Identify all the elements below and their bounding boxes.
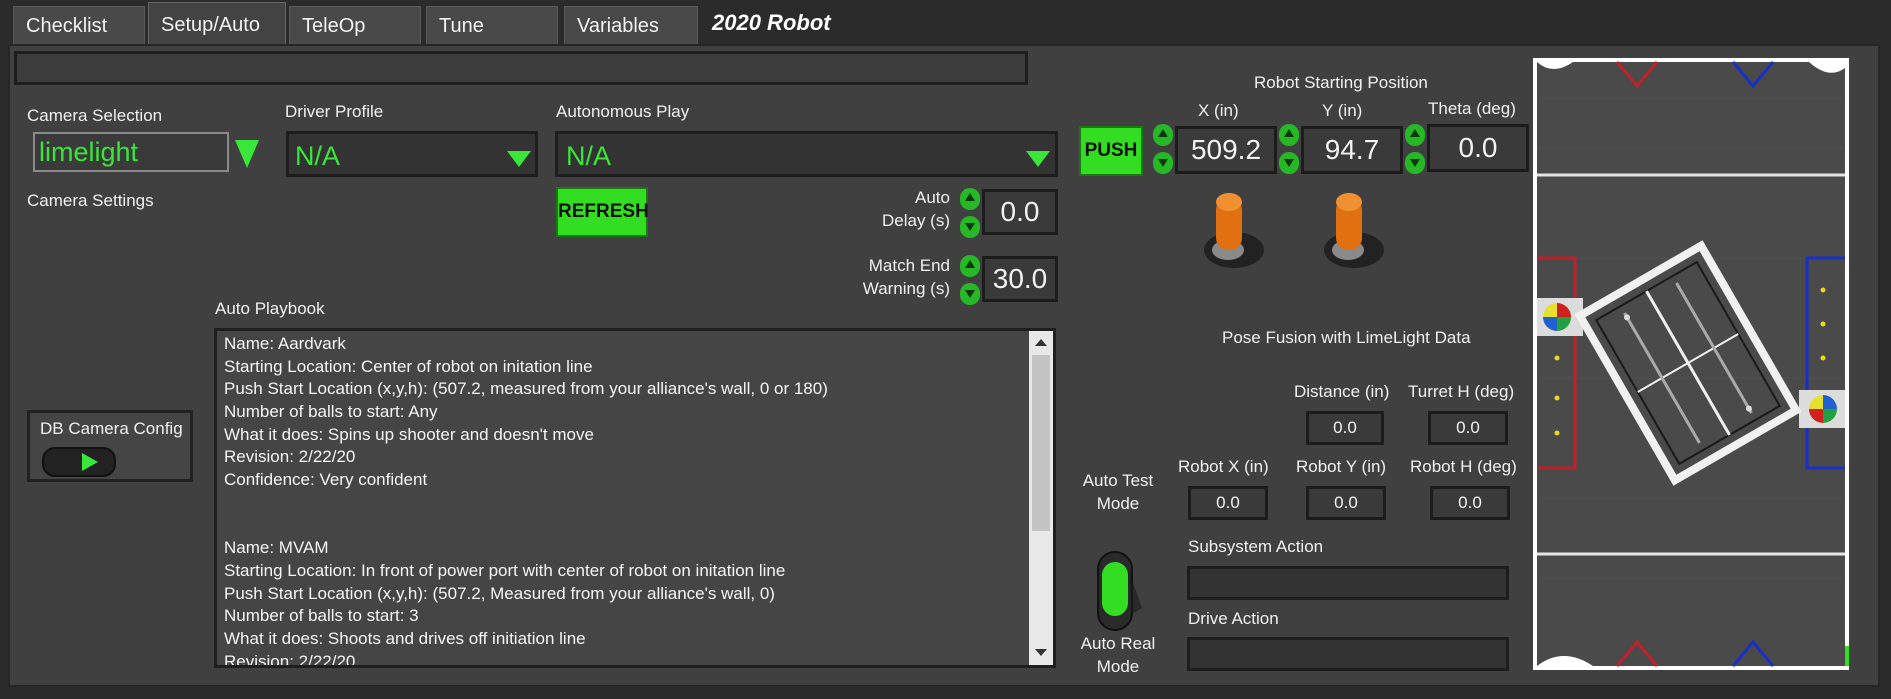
match-end-warning-input[interactable]: 30.0 — [982, 256, 1058, 302]
auto-playbook-textbox[interactable]: Name: Aardvark Starting Location: Center… — [214, 328, 1056, 668]
x-joystick-knob-icon[interactable] — [1198, 190, 1268, 272]
tab-checklist[interactable]: Checklist — [13, 6, 145, 44]
y-joystick-knob-icon[interactable] — [1318, 190, 1388, 272]
play-arrow-icon — [82, 453, 98, 471]
distance-value: 0.0 — [1306, 411, 1384, 445]
drive-action-label: Drive Action — [1188, 609, 1279, 628]
autonomous-play-dropdown[interactable]: N/A — [555, 131, 1058, 177]
pose-fusion-title: Pose Fusion with LimeLight Data — [1222, 328, 1471, 347]
playbook-line: Push Start Location (x,y,h): (507.2, Mea… — [224, 583, 775, 603]
playbook-line: Name: Aardvark — [224, 334, 346, 353]
db-camera-config-toggle[interactable] — [42, 447, 116, 477]
chevron-down-icon — [1026, 151, 1050, 167]
scroll-down-icon[interactable] — [1035, 649, 1047, 656]
auto-delay-input[interactable]: 0.0 — [982, 189, 1058, 235]
driver-profile-value: N/A — [295, 141, 341, 171]
playbook-line: Number of balls to start: 3 — [224, 606, 419, 626]
driver-profile-dropdown[interactable]: N/A — [286, 131, 538, 177]
playbook-line: What it does: Spins up shooter and doesn… — [224, 424, 594, 444]
refresh-button[interactable]: REFRESH — [556, 187, 649, 237]
turret-h-value: 0.0 — [1428, 411, 1508, 445]
robot-h-value: 0.0 — [1430, 486, 1510, 520]
auto-test-mode-label: Auto Test Mode — [1082, 471, 1154, 513]
auto-real-mode-label: Auto Real Mode — [1080, 634, 1156, 676]
auto-delay-label: Auto Delay (s) — [881, 188, 950, 230]
robot-y-label: Robot Y (in) — [1296, 457, 1387, 476]
status-bar — [14, 51, 1028, 85]
playbook-text: Name: Aardvark Starting Location: Center… — [224, 333, 1034, 668]
push-button[interactable]: PUSH — [1079, 126, 1143, 176]
playbook-line: Number of balls to start: Any — [224, 402, 438, 422]
playbook-line — [224, 515, 1034, 538]
robot-x-value: 0.0 — [1188, 486, 1268, 520]
chevron-down-icon — [507, 151, 531, 167]
camera-selection-value: limelight — [39, 137, 139, 167]
playbook-line: Confidence: Very confident — [224, 470, 428, 490]
playbook-line: Revision: 2/22/20 — [224, 651, 356, 668]
auto-mode-toggle-switch[interactable] — [1092, 548, 1148, 634]
camera-selection-label: Camera Selection — [27, 106, 163, 125]
auto-delay-stepper[interactable] — [960, 188, 980, 238]
y-input[interactable]: 94.7 — [1301, 126, 1403, 174]
playbook-line: Revision: 2/22/20 — [224, 447, 356, 467]
playbook-line: Starting Location: Center of robot on in… — [224, 356, 593, 376]
x-input[interactable]: 509.2 — [1175, 126, 1277, 174]
scrollbar-thumb[interactable] — [1032, 355, 1050, 531]
robot-h-label: Robot H (deg) — [1410, 457, 1517, 476]
robot-title: 2020 Robot — [712, 10, 831, 35]
autonomous-play-value: N/A — [566, 141, 612, 171]
x-stepper[interactable] — [1153, 124, 1173, 174]
x-in-label: X (in) — [1198, 101, 1239, 120]
tab-variables[interactable]: Variables — [564, 6, 698, 44]
driver-profile-label: Driver Profile — [285, 102, 384, 121]
tab-tune[interactable]: Tune — [426, 6, 558, 44]
drive-action-field — [1187, 637, 1509, 671]
theta-stepper[interactable] — [1405, 124, 1425, 174]
playbook-line: Push Start Location (x,y,h): (507.2, mea… — [224, 379, 828, 399]
turret-h-label: Turret H (deg) — [1408, 382, 1515, 401]
robot-starting-position-title: Robot Starting Position — [1254, 73, 1428, 92]
subsystem-action-label: Subsystem Action — [1188, 537, 1324, 556]
db-camera-config-group: DB Camera Config — [27, 410, 193, 482]
tab-teleop[interactable]: TeleOp — [289, 6, 421, 44]
playbook-line — [224, 492, 1034, 515]
playbook-line: What it does: Shoots and drives off init… — [224, 628, 586, 648]
distance-label: Distance (in) — [1294, 382, 1390, 401]
match-end-warning-label: Match End Warning (s) — [862, 256, 950, 298]
playbook-scrollbar[interactable] — [1029, 331, 1053, 665]
playbook-line: Starting Location: In front of power por… — [224, 560, 786, 580]
camera-dropdown-arrow-icon[interactable] — [235, 140, 259, 168]
match-end-stepper[interactable] — [960, 255, 980, 305]
robot-y-value: 0.0 — [1306, 486, 1386, 520]
autonomous-play-label: Autonomous Play — [556, 102, 690, 121]
robot-x-label: Robot X (in) — [1178, 457, 1269, 476]
y-in-label: Y (in) — [1322, 101, 1363, 120]
auto-playbook-label: Auto Playbook — [215, 299, 325, 318]
subsystem-action-field — [1187, 566, 1509, 600]
camera-selection-dropdown[interactable]: limelight — [33, 132, 229, 172]
theta-deg-label: Theta (deg) — [1428, 99, 1516, 118]
field-map[interactable] — [1533, 58, 1849, 670]
playbook-line: Name: MVAM — [224, 538, 329, 558]
tab-setup-auto[interactable]: Setup/Auto — [148, 2, 286, 48]
db-camera-config-label: DB Camera Config — [40, 419, 183, 438]
y-stepper[interactable] — [1279, 124, 1299, 174]
theta-input[interactable]: 0.0 — [1427, 124, 1529, 172]
scroll-up-icon[interactable] — [1035, 339, 1047, 346]
camera-settings-label: Camera Settings — [27, 191, 154, 210]
